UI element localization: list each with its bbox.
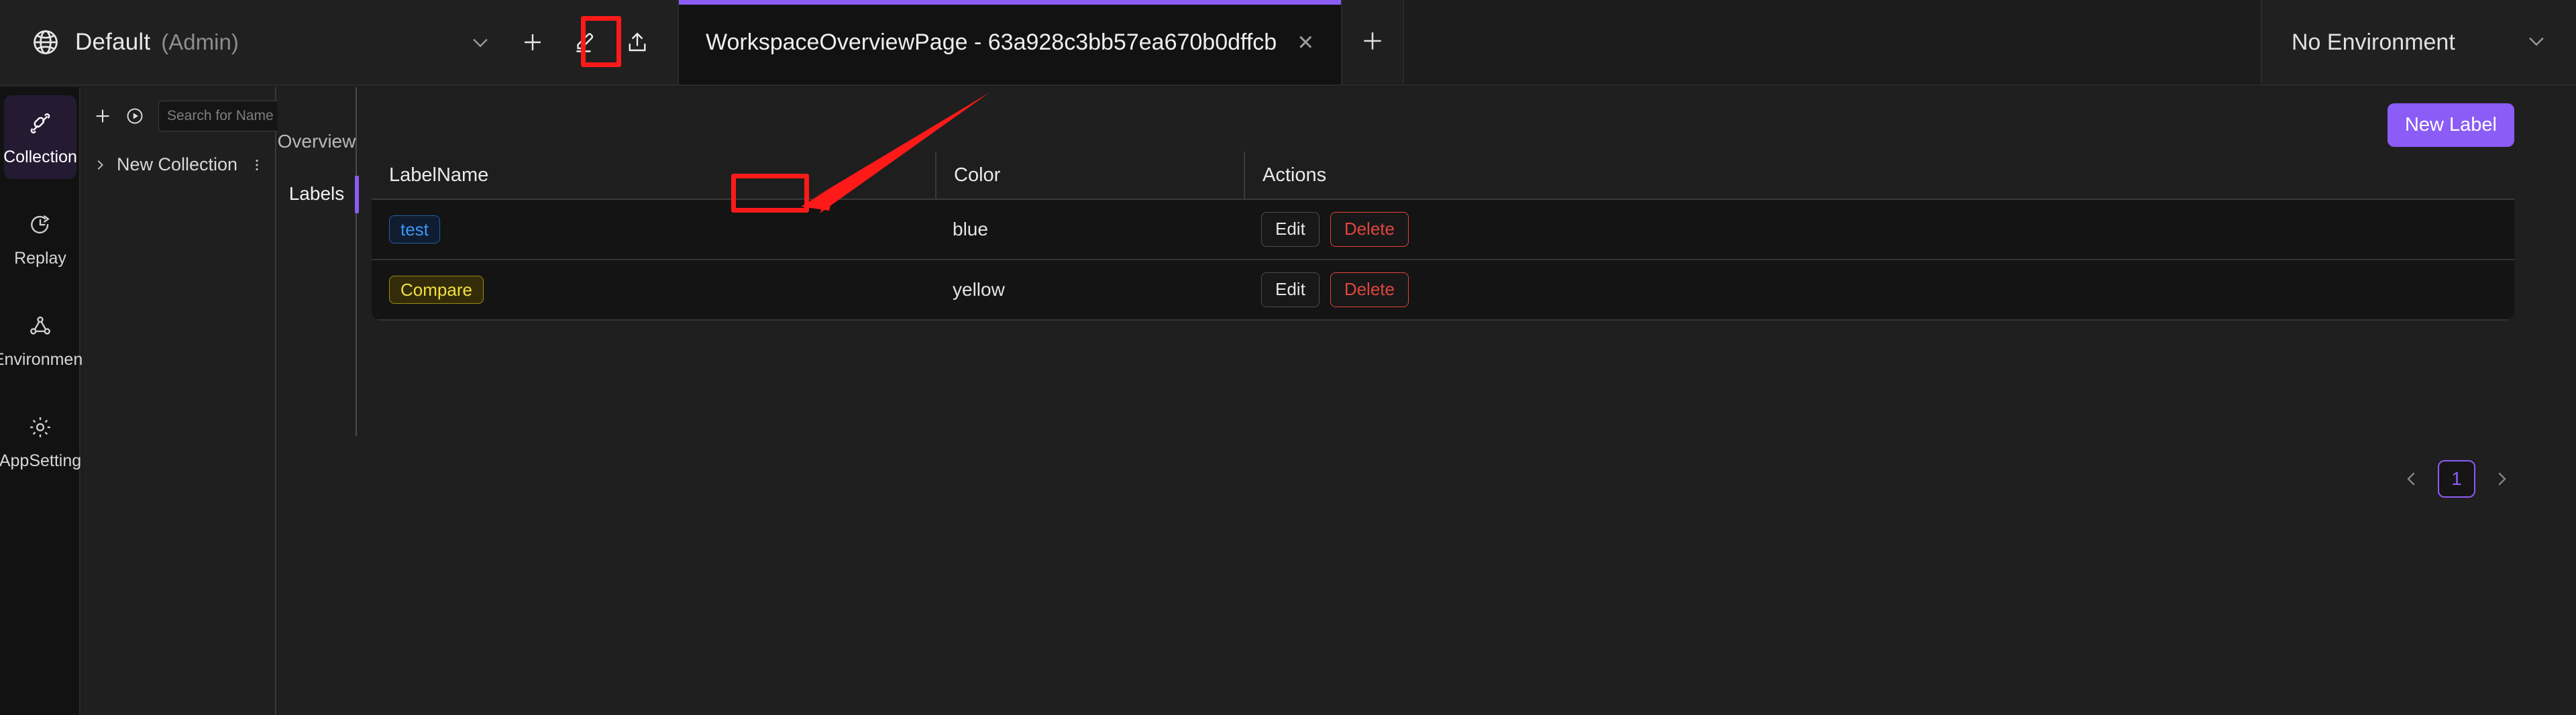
cell-labelname: test — [372, 200, 935, 259]
app-window: Default (Admin) WorkspaceOverviewPage - … — [0, 0, 2576, 715]
workspace-chevron-down-icon[interactable] — [462, 23, 499, 61]
new-label-button[interactable]: New Label — [2387, 103, 2514, 147]
label-chip[interactable]: Compare — [389, 276, 484, 304]
edit-button[interactable]: Edit — [1261, 272, 1320, 307]
labels-panel: New Label LabelName Color Actions test b… — [357, 87, 2576, 715]
cell-actions: Edit Delete — [1244, 200, 2514, 259]
column-header-labelname: LabelName — [389, 164, 489, 186]
table-row: Compare yellow Edit Delete — [372, 260, 2514, 321]
cell-actions: Edit Delete — [1244, 260, 2514, 319]
table-row: test blue Edit Delete — [372, 200, 2514, 260]
delete-button[interactable]: Delete — [1330, 272, 1409, 307]
workspace-name: Default — [75, 29, 151, 55]
collection-panel: New Collection — [82, 87, 375, 715]
globe-icon — [31, 28, 60, 57]
node-graph-icon — [27, 313, 54, 339]
top-bar: Default (Admin) WorkspaceOverviewPage - … — [0, 0, 2576, 86]
cell-color: yellow — [935, 260, 1244, 319]
collection-toolbar — [82, 87, 375, 131]
collection-tree: New Collection — [82, 149, 275, 180]
tab-workspace-overview-page[interactable]: WorkspaceOverviewPage - 63a928c3bb57ea67… — [679, 0, 1343, 85]
color-value: blue — [953, 219, 988, 239]
cell-labelname: Compare — [372, 260, 935, 319]
label-chip[interactable]: test — [389, 215, 440, 243]
prev-page-chevron-left-icon[interactable] — [2400, 468, 2423, 490]
plus-icon — [1360, 28, 1385, 57]
add-workspace-plus-icon[interactable] — [514, 23, 551, 61]
tab-title: WorkspaceOverviewPage - 63a928c3bb57ea67… — [706, 29, 1277, 55]
add-collection-plus-icon[interactable] — [90, 103, 115, 129]
plug-connection-icon — [27, 110, 54, 137]
main-content: Overview Labels New Label LabelName Colo… — [278, 87, 2576, 715]
more-vertical-icon[interactable] — [248, 158, 266, 172]
import-workspace-upload-icon[interactable] — [619, 23, 656, 61]
sidebar-item-label: Environment — [0, 350, 88, 369]
content-side-tabs: Overview Labels — [278, 87, 359, 436]
sidebar-item-label: Replay — [14, 249, 66, 268]
sidebar-item-label: Collection — [3, 148, 77, 166]
new-tab-button[interactable] — [1342, 0, 1405, 85]
page-number-1[interactable]: 1 — [2438, 460, 2475, 498]
edit-button[interactable]: Edit — [1261, 212, 1320, 247]
tree-item-label: New Collection — [117, 154, 238, 174]
sidebar-item-replay[interactable]: Replay — [4, 197, 76, 280]
edit-workspace-pencil-edit-icon[interactable] — [566, 23, 604, 61]
gear-icon — [27, 414, 54, 441]
workspace-role: (Admin) — [161, 30, 239, 54]
left-nav-rail: Collection Replay Environment AppSetting — [0, 87, 87, 715]
tab-strip-empty-area — [1404, 0, 2261, 85]
tab-overview[interactable]: Overview — [278, 115, 356, 168]
tab-label: Labels — [288, 183, 345, 204]
sidebar-item-label: AppSetting — [0, 451, 82, 470]
delete-button[interactable]: Delete — [1330, 212, 1409, 247]
sidebar-item-environment[interactable]: Environment — [0, 298, 87, 382]
sidebar-item-collection[interactable]: Collection — [3, 95, 77, 179]
run-collection-play-circle-icon[interactable] — [122, 103, 148, 129]
environment-label: No Environment — [2292, 29, 2455, 55]
table-header-row: LabelName Color Actions — [372, 152, 2514, 200]
cell-color: blue — [935, 200, 1244, 259]
workspace-selector[interactable]: Default (Admin) — [0, 0, 679, 85]
pagination: 1 — [2400, 460, 2513, 498]
tab-labels[interactable]: Labels — [278, 168, 359, 220]
tree-item-new-collection[interactable]: New Collection — [82, 149, 275, 180]
tab-strip: WorkspaceOverviewPage - 63a928c3bb57ea67… — [679, 0, 2261, 85]
column-header-actions: Actions — [1244, 152, 2514, 199]
next-page-chevron-right-icon[interactable] — [2490, 468, 2513, 490]
labels-table: LabelName Color Actions test blue Edit D… — [372, 152, 2514, 321]
environment-selector[interactable]: No Environment — [2261, 0, 2576, 85]
clock-replay-icon — [27, 211, 54, 238]
sidebar-item-appsetting[interactable]: AppSetting — [0, 399, 81, 483]
column-header-color: Color — [935, 152, 1244, 199]
close-icon[interactable]: ✕ — [1294, 30, 1317, 56]
color-value: yellow — [953, 279, 1005, 300]
environment-chevron-down-icon — [2525, 30, 2548, 56]
chevron-right-icon[interactable] — [93, 158, 107, 172]
tab-label: Overview — [277, 131, 356, 152]
